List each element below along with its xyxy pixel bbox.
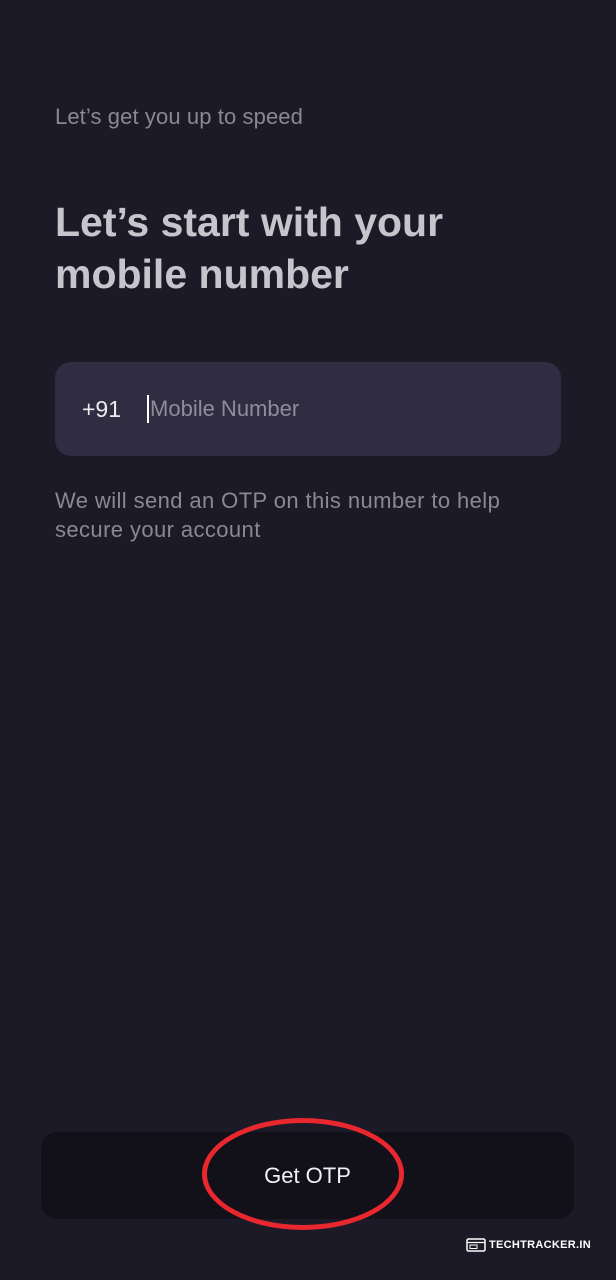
text-cursor <box>147 395 150 423</box>
helper-text: We will send an OTP on this number to he… <box>55 488 501 542</box>
watermark-text: TECHTRACKER.IN <box>489 1239 591 1251</box>
get-otp-button-label: Get OTP <box>264 1162 351 1188</box>
mobile-number-input[interactable] <box>150 389 561 429</box>
phone-input-container[interactable]: +91 <box>55 362 561 456</box>
eyebrow-text: Let’s get you up to speed <box>55 104 303 129</box>
page-title: Let’s start with your mobile number <box>55 199 444 297</box>
watermark: TECHTRACKER.IN <box>466 1238 591 1252</box>
get-otp-button[interactable]: Get OTP <box>41 1132 574 1219</box>
country-code: +91 <box>82 395 122 422</box>
browser-window-icon <box>466 1238 486 1252</box>
mobile-number-screen: Let’s get you up to speed Let’s start wi… <box>0 0 616 1280</box>
